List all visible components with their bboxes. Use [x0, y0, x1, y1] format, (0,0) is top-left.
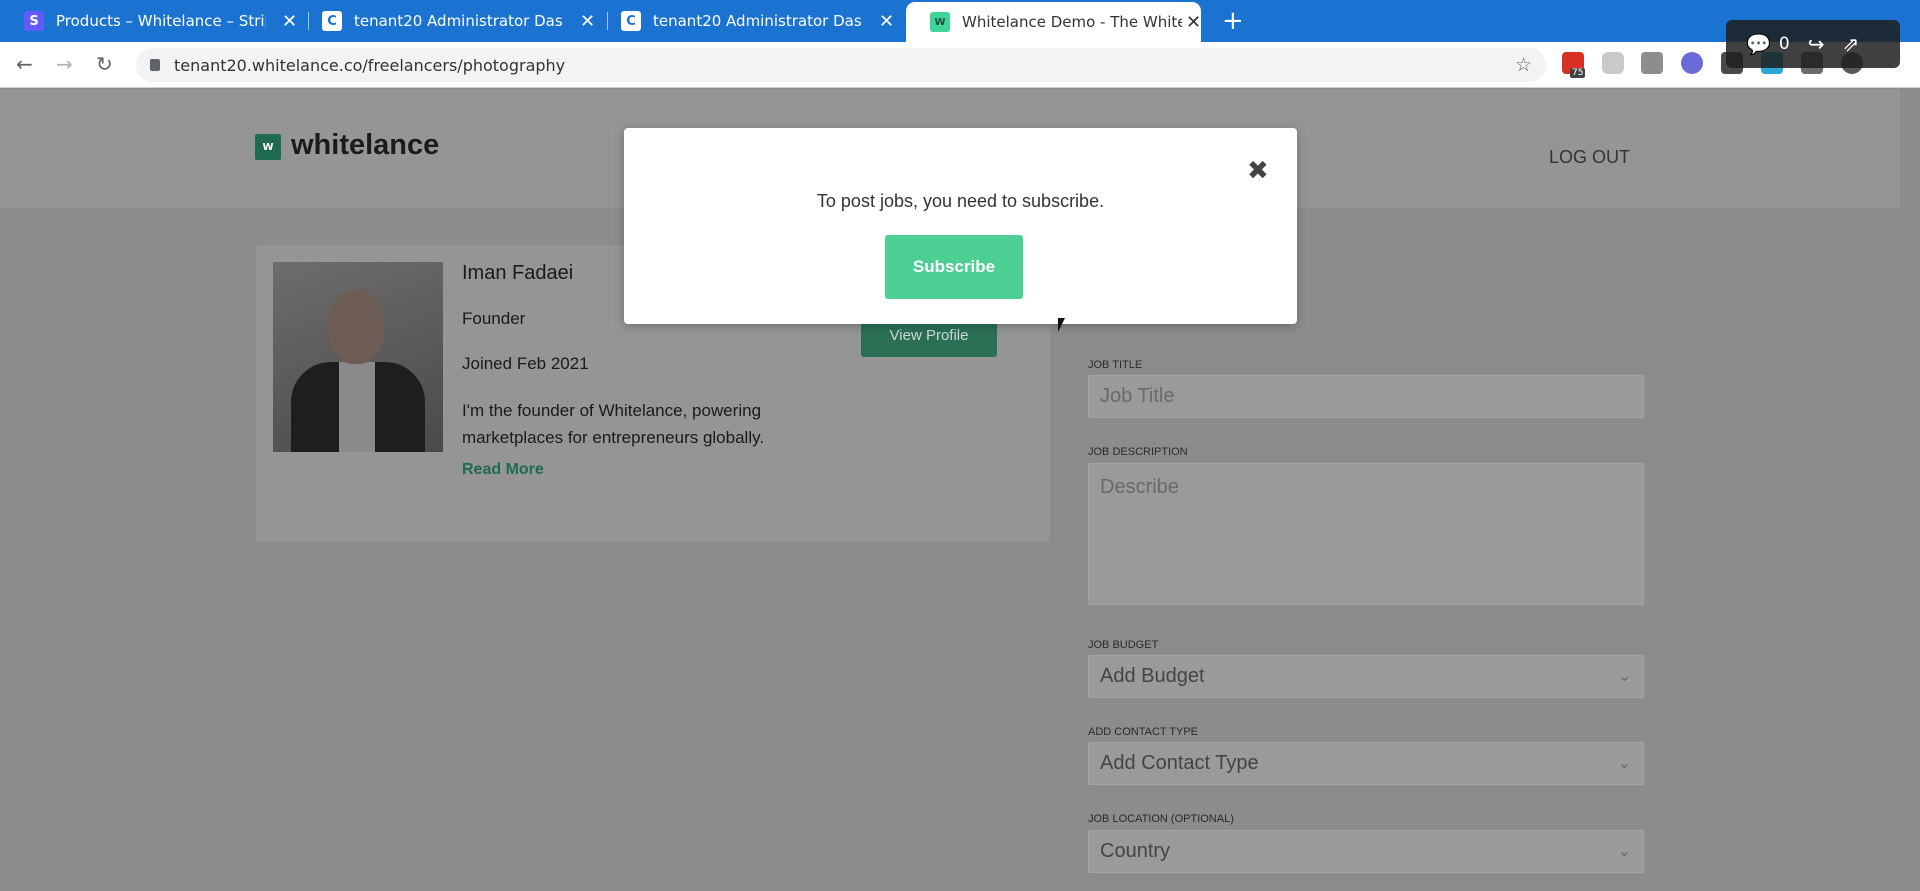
- url-text[interactable]: tenant20.whitelance.co/freelancers/photo…: [174, 56, 565, 75]
- camera-extension-icon[interactable]: [1641, 52, 1663, 74]
- shield-extension-icon[interactable]: [1602, 52, 1624, 74]
- tab-title: Products – Whitelance – Stripe: [56, 12, 266, 30]
- close-icon[interactable]: ✕: [580, 11, 595, 32]
- tab-title: Whitelance Demo - The White La: [962, 13, 1182, 31]
- close-icon[interactable]: ✖: [1247, 156, 1269, 186]
- select-value: Add Contact Type: [1100, 752, 1259, 774]
- job-location-select[interactable]: Country ⌄: [1088, 830, 1644, 873]
- profile-photo: [273, 262, 443, 452]
- gear-extension-icon[interactable]: [1681, 52, 1703, 74]
- job-location-label: JOB LOCATION (OPTIONAL): [1088, 813, 1234, 825]
- job-title-label: JOB TITLE: [1088, 359, 1143, 371]
- close-icon[interactable]: ✕: [1186, 12, 1201, 33]
- lock-icon: [150, 59, 160, 71]
- subscribe-button[interactable]: Subscribe: [885, 235, 1023, 299]
- select-value: Country: [1100, 840, 1171, 862]
- comment-icon[interactable]: 💬: [1746, 32, 1771, 56]
- share-icon[interactable]: ↪: [1808, 32, 1825, 56]
- tab-title: tenant20 Administrator Dashboa: [354, 12, 564, 30]
- whitelance-logo-text[interactable]: whitelance: [291, 129, 439, 162]
- dashboard-favicon-icon: C: [322, 11, 342, 31]
- contact-type-select[interactable]: Add Contact Type ⌄: [1088, 742, 1644, 785]
- profile-joined: Joined Feb 2021: [462, 354, 589, 373]
- job-budget-select[interactable]: Add Budget ⌄: [1088, 655, 1644, 698]
- chevron-down-icon: ⌄: [1617, 755, 1631, 772]
- modal-message: To post jobs, you need to subscribe.: [816, 191, 1105, 211]
- whitelance-logo-mark[interactable]: W: [255, 134, 281, 160]
- subscribe-modal: ✖ To post jobs, you need to subscribe. S…: [624, 128, 1297, 324]
- profile-role: Founder: [462, 309, 526, 328]
- close-icon[interactable]: ✕: [879, 11, 894, 32]
- open-external-icon[interactable]: ⇗: [1843, 32, 1860, 56]
- dashboard-favicon-icon: C: [621, 11, 641, 31]
- tab-title: tenant20 Administrator Dashboa: [653, 12, 863, 30]
- back-arrow-icon[interactable]: ←: [16, 52, 33, 76]
- mouse-cursor-icon: [1058, 318, 1065, 332]
- whitelance-favicon-icon: W: [930, 12, 950, 32]
- stripe-favicon-icon: S: [24, 11, 44, 31]
- new-tab-plus-icon[interactable]: +: [1222, 6, 1244, 36]
- address-bar: ← → ↻ tenant20.whitelance.co/freelancers…: [0, 42, 1920, 88]
- chevron-down-icon: ⌄: [1617, 843, 1631, 860]
- job-description-label: JOB DESCRIPTION: [1088, 446, 1188, 458]
- tab-stripe-products[interactable]: S Products – Whitelance – Stripe ✕: [0, 0, 297, 42]
- extension-badge: 75: [1570, 68, 1586, 78]
- chevron-down-icon: ⌄: [1617, 668, 1631, 685]
- bookmark-star-icon[interactable]: ☆: [1515, 54, 1532, 76]
- recording-overlay-toolbar: 💬 0 ↪ ⇗: [1726, 20, 1900, 68]
- close-icon[interactable]: ✕: [282, 11, 297, 32]
- contact-type-label: ADD CONTACT TYPE: [1088, 726, 1199, 738]
- url-omnibox[interactable]: tenant20.whitelance.co/freelancers/photo…: [136, 48, 1546, 82]
- reload-icon[interactable]: ↻: [96, 52, 113, 76]
- select-value: Add Budget: [1100, 665, 1205, 687]
- tab-admin-dashboard-1[interactable]: C tenant20 Administrator Dashboa ✕: [298, 0, 595, 42]
- job-title-input[interactable]: Job Title: [1088, 375, 1644, 418]
- scrollbar[interactable]: [1900, 89, 1920, 891]
- forward-arrow-icon[interactable]: →: [56, 52, 73, 76]
- logout-link[interactable]: LOG OUT: [1549, 147, 1630, 168]
- profile-name: Iman Fadaei: [462, 262, 574, 284]
- profile-bio: I'm the founder of Whitelance, powering …: [462, 401, 765, 447]
- read-more-link[interactable]: Read More: [462, 461, 544, 479]
- comment-count: 0: [1778, 34, 1790, 54]
- job-description-textarea[interactable]: Describe: [1088, 463, 1644, 605]
- browser-tab-bar: S Products – Whitelance – Stripe ✕ C ten…: [0, 0, 1920, 42]
- job-budget-label: JOB BUDGET: [1088, 639, 1159, 651]
- tab-whitelance-demo[interactable]: W Whitelance Demo - The White La ✕: [906, 2, 1202, 42]
- tab-admin-dashboard-2[interactable]: C tenant20 Administrator Dashboa ✕: [597, 0, 894, 42]
